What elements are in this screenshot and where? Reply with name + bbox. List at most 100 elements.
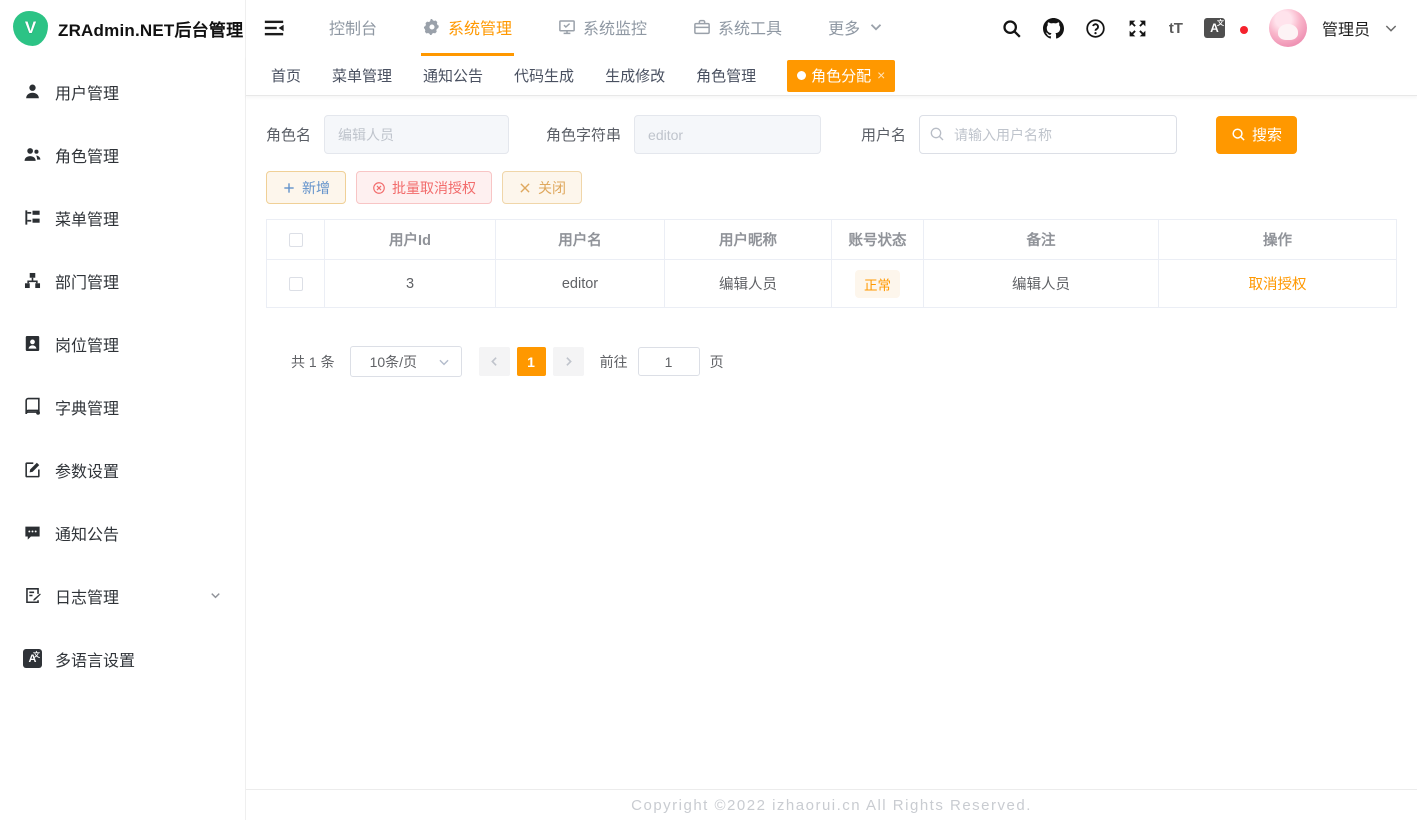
prev-page-button[interactable] [479, 347, 510, 376]
username-input[interactable] [919, 115, 1177, 154]
app-title: ZRAdmin.NET后台管理 [58, 16, 243, 41]
user-table: 用户Id 用户名 用户昵称 账号状态 备注 操作 3 editor 编辑人员 正… [266, 219, 1397, 308]
next-page-button[interactable] [553, 347, 584, 376]
sidebar-item-label: 多语言设置 [55, 647, 135, 671]
sidebar-item-post-management[interactable]: 岗位管理 [0, 312, 245, 375]
role-key-label: 角色字符串 [546, 124, 621, 145]
circle-cross-icon [372, 181, 386, 195]
top-nav-menu: 控制台 系统管理 系统监控 系统工具 更多 [327, 0, 929, 56]
sidebar-item-log-management[interactable]: 日志管理 [0, 564, 245, 627]
sidebar-item-dept-management[interactable]: 部门管理 [0, 249, 245, 312]
goto-label: 前往 [600, 352, 628, 372]
id-badge-icon [23, 334, 42, 353]
monitor-icon [558, 18, 576, 36]
select-all-checkbox[interactable] [289, 233, 303, 247]
logo-letter: V [25, 18, 36, 38]
sidebar-item-label: 日志管理 [55, 584, 119, 608]
close-button[interactable]: 关闭 [502, 171, 582, 204]
sidebar-item-label: 用户管理 [55, 80, 119, 104]
col-username: 用户名 [496, 220, 665, 260]
sidebar: V ZRAdmin.NET后台管理 用户管理 角色管理 菜单管理 [0, 0, 246, 820]
edit-square-icon [23, 460, 42, 479]
table-header-row: 用户Id 用户名 用户昵称 账号状态 备注 操作 [267, 220, 1397, 260]
tab-role-management[interactable]: 角色管理 [696, 65, 756, 86]
col-status: 账号状态 [832, 220, 924, 260]
notification-dot [1240, 26, 1248, 34]
user-name[interactable]: 管理员 [1322, 16, 1370, 40]
sidebar-item-user-management[interactable]: 用户管理 [0, 60, 245, 123]
footer: Copyright ©2022 izhaorui.cn All Rights R… [246, 789, 1417, 820]
help-icon[interactable] [1085, 18, 1106, 39]
tab-menu-management[interactable]: 菜单管理 [332, 65, 392, 86]
goto-suffix: 页 [710, 352, 724, 372]
goto-page-input[interactable] [638, 347, 700, 376]
search-icon [1231, 127, 1246, 142]
add-button[interactable]: 新增 [266, 171, 346, 204]
page-number-active[interactable]: 1 [517, 347, 546, 376]
cell-user-id: 3 [325, 260, 496, 308]
tab-gen-edit[interactable]: 生成修改 [605, 65, 665, 86]
close-icon[interactable]: × [877, 67, 885, 83]
filter-form: 角色名 角色字符串 用户名 搜索 [266, 115, 1397, 154]
font-size-icon[interactable]: tT [1169, 18, 1183, 39]
search-icon[interactable] [1001, 18, 1022, 39]
menu-tree-icon [23, 208, 42, 227]
header-actions: tT A文 管理员 [1001, 9, 1399, 47]
sidebar-item-param-settings[interactable]: 参数设置 [0, 438, 245, 501]
users-icon [23, 145, 42, 164]
tab-code-gen[interactable]: 代码生成 [514, 65, 574, 86]
sidebar-item-menu-management[interactable]: 菜单管理 [0, 186, 245, 249]
role-name-input[interactable] [324, 115, 509, 154]
cell-nickname: 编辑人员 [665, 260, 832, 308]
translate-icon: A文 [23, 649, 42, 668]
sidebar-item-role-management[interactable]: 角色管理 [0, 123, 245, 186]
chevron-down-icon [867, 18, 885, 36]
page-content: 角色名 角色字符串 用户名 搜索 [246, 96, 1417, 789]
chevron-down-icon [208, 588, 223, 603]
tags-view-bar: 首页 菜单管理 通知公告 代码生成 生成修改 角色管理 角色分配 × [246, 56, 1417, 96]
active-dot [797, 71, 806, 80]
tab-home[interactable]: 首页 [271, 65, 301, 86]
sidebar-item-label: 通知公告 [55, 521, 119, 545]
table-toolbar: 新增 批量取消授权 关闭 [266, 171, 1397, 204]
fullscreen-icon[interactable] [1127, 18, 1148, 39]
github-icon[interactable] [1043, 18, 1064, 39]
cell-remark: 编辑人员 [924, 260, 1159, 308]
sidebar-collapse-icon[interactable] [263, 17, 285, 39]
pagination: 共 1 条 10条/页 1 前往 页 [291, 346, 1397, 377]
sidebar-item-notice[interactable]: 通知公告 [0, 501, 245, 564]
sidebar-item-dict-management[interactable]: 字典管理 [0, 375, 245, 438]
cross-icon [518, 181, 532, 195]
batch-revoke-button[interactable]: 批量取消授权 [356, 171, 492, 204]
sidebar-item-label: 参数设置 [55, 458, 119, 482]
page-size-select[interactable]: 10条/页 [350, 346, 462, 377]
row-checkbox[interactable] [289, 277, 303, 291]
tab-notice[interactable]: 通知公告 [423, 65, 483, 86]
sidebar-item-label: 菜单管理 [55, 206, 119, 230]
col-nickname: 用户昵称 [665, 220, 832, 260]
chevron-down-icon[interactable] [1383, 20, 1399, 36]
revoke-auth-link[interactable]: 取消授权 [1249, 277, 1307, 293]
sidebar-item-label: 部门管理 [55, 269, 119, 293]
nav-item-system-tools[interactable]: 系统工具 [691, 0, 784, 56]
username-label: 用户名 [861, 124, 906, 145]
col-user-id: 用户Id [325, 220, 496, 260]
dictionary-book-icon [23, 397, 42, 416]
username-input-wrap [919, 115, 1177, 154]
tab-role-assign[interactable]: 角色分配 × [787, 60, 895, 92]
nav-item-more[interactable]: 更多 [826, 0, 887, 56]
sidebar-item-i18n-settings[interactable]: A文 多语言设置 [0, 627, 245, 690]
avatar[interactable] [1269, 9, 1307, 47]
language-icon[interactable]: A文 [1204, 18, 1225, 38]
status-badge: 正常 [855, 270, 900, 298]
role-key-input[interactable] [634, 115, 821, 154]
nav-item-dashboard[interactable]: 控制台 [327, 0, 379, 56]
nav-item-system-management[interactable]: 系统管理 [421, 0, 514, 56]
app-logo-row[interactable]: V ZRAdmin.NET后台管理 [0, 0, 245, 56]
nav-item-system-monitor[interactable]: 系统监控 [556, 0, 649, 56]
col-actions: 操作 [1159, 220, 1397, 260]
plus-icon [282, 181, 296, 195]
comment-icon [23, 523, 42, 542]
cell-username: editor [496, 260, 665, 308]
search-button[interactable]: 搜索 [1216, 116, 1297, 154]
